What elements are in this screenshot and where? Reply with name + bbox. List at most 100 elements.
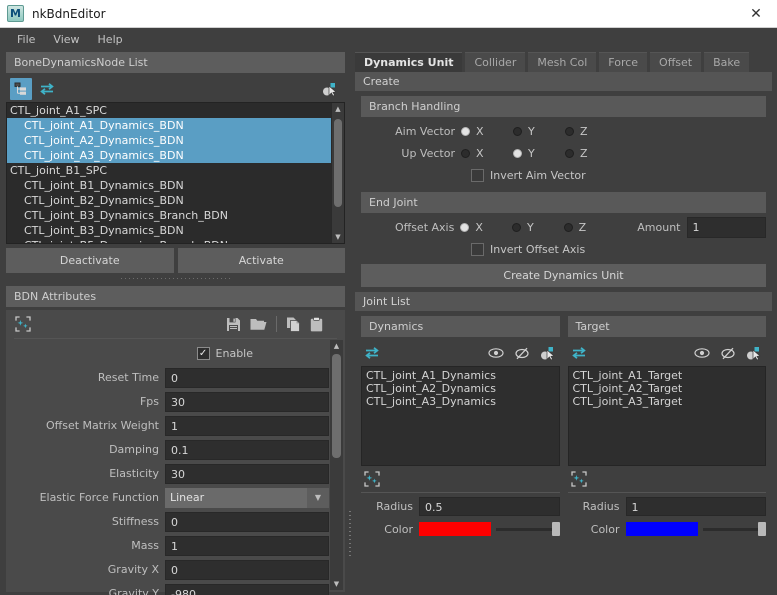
color-slider[interactable] [496, 522, 560, 536]
eye-hidden-icon[interactable] [720, 347, 736, 360]
invert-offset-checkbox[interactable] [471, 242, 484, 256]
paste-clipboard-icon[interactable] [310, 316, 323, 332]
list-item[interactable]: CTL_joint_B2_Dynamics_BDN [7, 193, 344, 208]
list-item[interactable]: CTL_joint_B1_Dynamics_BDN [7, 178, 344, 193]
list-item[interactable]: CTL_joint_A3_Target [573, 395, 762, 408]
list-item[interactable]: CTL_joint_A1_SPC [7, 103, 344, 118]
attribute-input[interactable]: 0 [165, 559, 329, 580]
select-cursor-icon[interactable] [319, 78, 341, 100]
select-sparkle-icon[interactable] [12, 313, 34, 335]
attribute-input[interactable]: -980 [165, 583, 329, 595]
attributes-scrollbar[interactable]: ▲ ▼ [330, 340, 343, 590]
close-icon[interactable]: ✕ [735, 0, 777, 28]
swap-arrows-icon[interactable] [568, 342, 590, 364]
menu-file[interactable]: File [8, 31, 44, 48]
attribute-input[interactable]: 1 [165, 535, 329, 556]
attribute-label: Stiffness [111, 515, 159, 528]
up-vector-option-x[interactable]: X [461, 147, 513, 160]
offset-axis-option-z[interactable]: Z [563, 221, 616, 234]
scroll-up-icon[interactable]: ▲ [332, 103, 344, 115]
menu-help[interactable]: Help [89, 31, 132, 48]
select-cursor-icon[interactable] [746, 346, 762, 361]
joint-listbox[interactable]: CTL_joint_A1_Target CTL_joint_A2_Target CT… [567, 366, 766, 466]
list-item[interactable]: CTL_joint_A2_Dynamics [366, 382, 555, 395]
scroll-down-icon[interactable]: ▼ [332, 231, 344, 243]
select-sparkle-icon[interactable] [363, 470, 381, 488]
tab-offset[interactable]: Offset [650, 52, 702, 72]
attribute-input[interactable]: 0 [165, 367, 329, 388]
list-item[interactable]: CTL_joint_A3_Dynamics [366, 395, 555, 408]
create-dynamics-unit-button[interactable]: Create Dynamics Unit [361, 264, 766, 287]
branch-handling-header: Branch Handling [361, 96, 766, 117]
list-item[interactable]: CTL_joint_A1_Target [573, 369, 762, 382]
elastic-force-function-select[interactable]: Linear ▼ [165, 487, 329, 508]
offset-axis-option-x[interactable]: X [460, 221, 512, 234]
up-vector-option-y[interactable]: Y [513, 147, 565, 160]
list-item[interactable]: CTL_joint_B3_Dynamics_Branch_BDN [7, 208, 344, 223]
color-swatch[interactable] [625, 522, 698, 536]
attribute-input[interactable]: 30 [165, 463, 329, 484]
panel-splitter[interactable] [346, 52, 354, 591]
eye-visible-icon[interactable] [487, 347, 504, 359]
tab-bake[interactable]: Bake [704, 52, 750, 72]
menu-view[interactable]: View [44, 31, 88, 48]
attribute-input[interactable]: 0.1 [165, 439, 329, 460]
deactivate-button[interactable]: Deactivate [6, 248, 174, 273]
tab-collider[interactable]: Collider [465, 52, 526, 72]
attr-scroll-up-icon[interactable]: ▲ [330, 340, 343, 352]
toolbar-divider [276, 316, 277, 332]
select-cursor-icon[interactable] [540, 346, 556, 361]
attribute-input[interactable]: 1 [165, 415, 329, 436]
aim-vector-option-z[interactable]: Z [565, 125, 617, 138]
amount-input[interactable]: 1 [686, 216, 767, 238]
node-list-scrollbar[interactable]: ▲ ▼ [331, 103, 344, 243]
enable-checkbox[interactable]: ✓ [196, 347, 210, 360]
up-vector-option-z[interactable]: Z [565, 147, 617, 160]
list-item[interactable]: CTL_joint_A2_Target [573, 382, 762, 395]
invert-aim-checkbox[interactable] [471, 168, 484, 182]
list-item[interactable]: CTL_joint_B3_Dynamics_BDN [7, 223, 344, 238]
list-item[interactable]: CTL_joint_A1_Dynamics_BDN [7, 118, 344, 133]
panel-drag-handle[interactable] [120, 274, 231, 283]
tab-dynamics-unit[interactable]: Dynamics Unit [355, 52, 463, 72]
node-list[interactable]: CTL_joint_A1_SPC CTL_joint_A1_Dynamics_BD… [6, 102, 345, 244]
aim-vector-option-x[interactable]: X [461, 125, 513, 138]
invert-aim-row: Invert Aim Vector [361, 164, 766, 186]
copy-icon[interactable] [286, 317, 301, 332]
attribute-row: Offset Matrix Weight 1 [12, 415, 329, 436]
swap-arrows-icon[interactable] [361, 342, 383, 364]
activation-buttons: Deactivate Activate [6, 248, 345, 273]
open-folder-icon[interactable] [250, 317, 267, 331]
hierarchy-icon[interactable] [10, 78, 32, 100]
aim-vector-option-y[interactable]: Y [513, 125, 565, 138]
list-item[interactable]: CTL_joint_B1_SPC [7, 163, 344, 178]
radius-input[interactable]: 1 [625, 496, 766, 516]
list-item[interactable]: CTL_joint_B5_Dynamics_Branch_BDN [7, 238, 344, 243]
window-title: nkBdnEditor [32, 6, 106, 21]
attribute-label: Elasticity [109, 467, 159, 480]
color-slider[interactable] [702, 522, 766, 536]
attribute-label: Reset Time [97, 371, 159, 384]
activate-button[interactable]: Activate [177, 248, 345, 273]
node-list-header: BoneDynamicsNode List [6, 52, 345, 73]
list-item[interactable]: CTL_joint_A2_Dynamics_BDN [7, 133, 344, 148]
joint-column-dynamics: Dynamics CTL_joint_A1_Dynamics CTL_joint_A… [361, 316, 560, 542]
list-item[interactable]: CTL_joint_A3_Dynamics_BDN [7, 148, 344, 163]
tab-force[interactable]: Force [599, 52, 648, 72]
title-bar: nkBdnEditor ✕ [0, 0, 777, 28]
attr-scroll-down-icon[interactable]: ▼ [330, 578, 343, 590]
tab-mesh-col[interactable]: Mesh Col [528, 52, 597, 72]
list-item[interactable]: CTL_joint_A1_Dynamics [366, 369, 555, 382]
offset-axis-label: Offset Axis [394, 220, 455, 234]
save-floppy-icon[interactable] [226, 317, 241, 332]
eye-visible-icon[interactable] [694, 347, 710, 359]
swap-arrows-icon[interactable] [36, 78, 58, 100]
color-swatch[interactable] [419, 522, 491, 536]
eye-hidden-icon[interactable] [514, 347, 530, 360]
attribute-input[interactable]: 30 [165, 391, 329, 412]
select-sparkle-icon[interactable] [570, 470, 588, 488]
joint-listbox[interactable]: CTL_joint_A1_Dynamics CTL_joint_A2_Dynami… [361, 366, 560, 466]
attribute-input[interactable]: 0 [165, 511, 329, 532]
radius-input[interactable]: 0.5 [419, 496, 560, 516]
offset-axis-option-y[interactable]: Y [511, 221, 564, 234]
